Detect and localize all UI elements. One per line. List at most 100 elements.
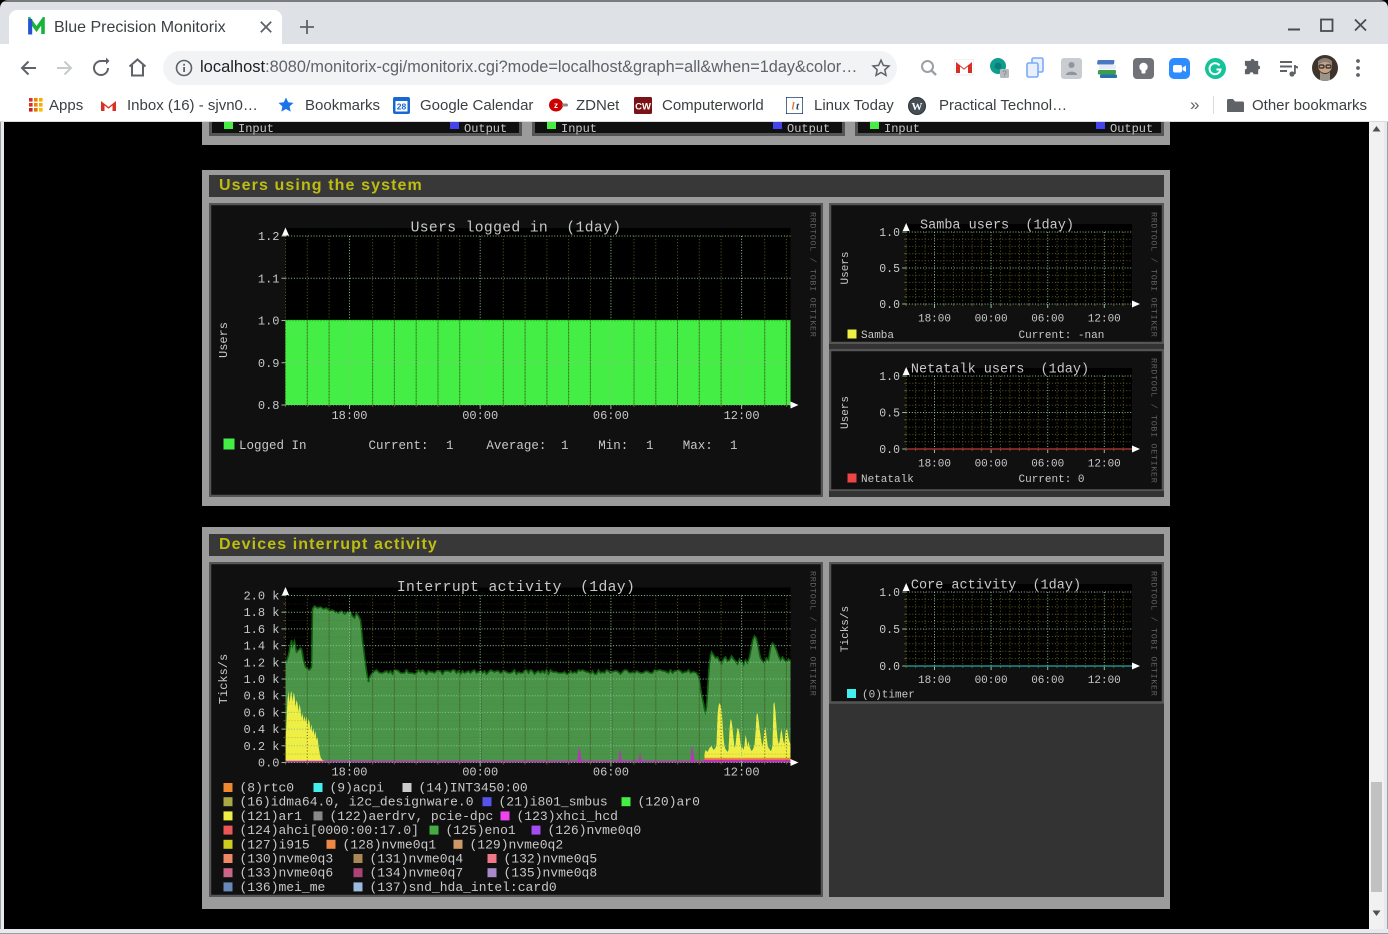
svg-text:1.0: 1.0 (257, 315, 279, 329)
svg-text:1.0 k: 1.0 k (243, 673, 279, 687)
svg-text:(133)nvme0q6: (133)nvme0q6 (239, 866, 333, 881)
svg-text:06:00: 06:00 (592, 409, 628, 423)
svg-text:Core activity (1day): Core activity (1day) (910, 579, 1080, 594)
svg-text:1.1: 1.1 (257, 272, 279, 286)
svg-text:Current: 0: Current: 0 (1018, 474, 1084, 486)
svg-text:(0)timer: (0)timer (862, 690, 915, 702)
svg-text:2.0 k: 2.0 k (243, 590, 279, 604)
svg-text:1.0: 1.0 (879, 227, 900, 240)
svg-text:Users: Users (840, 251, 852, 284)
svg-text:00:00: 00:00 (974, 314, 1007, 326)
svg-text:1: 1 (446, 439, 454, 453)
svg-text:(130)nvme0q3: (130)nvme0q3 (239, 852, 333, 867)
svg-text:W: W (912, 101, 923, 113)
svg-text:(128)nvme0q1: (128)nvme0q1 (342, 837, 436, 852)
svg-text:1: 1 (646, 439, 654, 453)
svg-text:18:00: 18:00 (917, 675, 950, 687)
svg-text:Min:: Min: (598, 439, 628, 453)
svg-text:(120)ar0: (120)ar0 (637, 795, 699, 810)
svg-text:RRDTOOL / TOBI OETIKER: RRDTOOL / TOBI OETIKER (807, 212, 817, 337)
svg-text:(125)eno1: (125)eno1 (445, 823, 515, 838)
svg-text:1.0: 1.0 (879, 587, 900, 600)
svg-text:0.5: 0.5 (879, 263, 900, 276)
svg-text:(134)nvme0q7: (134)nvme0q7 (369, 866, 463, 881)
svg-text:1.6 k: 1.6 k (243, 623, 279, 637)
svg-text:Logged In: Logged In (239, 439, 307, 453)
svg-text:Current:: Current: (368, 439, 428, 453)
svg-text:Samba: Samba (861, 330, 894, 342)
svg-text:1.2 k: 1.2 k (243, 656, 279, 670)
svg-text:Users logged in (1day): Users logged in (1day) (410, 221, 621, 237)
svg-text:(21)i801_smbus: (21)i801_smbus (498, 795, 607, 810)
svg-text:1: 1 (561, 439, 569, 453)
svg-text:0.8 k: 0.8 k (243, 690, 279, 704)
svg-text:00:00: 00:00 (974, 458, 1007, 470)
svg-text:18:00: 18:00 (331, 409, 367, 423)
svg-text:(126)nvme0q0: (126)nvme0q0 (547, 823, 641, 838)
svg-text:Netatalk users (1day): Netatalk users (1day) (910, 362, 1088, 377)
svg-text:0.0: 0.0 (257, 757, 279, 771)
svg-text:12:00: 12:00 (1087, 458, 1120, 470)
svg-text:(132)nvme0q5: (132)nvme0q5 (503, 852, 597, 867)
svg-text:0.6 k: 0.6 k (243, 706, 279, 720)
svg-text:(137)snd_hda_intel:card0: (137)snd_hda_intel:card0 (369, 880, 556, 895)
svg-text:Samba users (1day): Samba users (1day) (920, 219, 1074, 234)
svg-text:12:00: 12:00 (723, 766, 759, 780)
svg-text:0.0: 0.0 (879, 444, 900, 457)
svg-text:18:00: 18:00 (917, 314, 950, 326)
svg-text:0.4 k: 0.4 k (243, 723, 279, 737)
svg-text:00:00: 00:00 (462, 766, 498, 780)
svg-text:Ticks/s: Ticks/s (840, 606, 852, 652)
svg-text:0.0: 0.0 (879, 299, 900, 312)
svg-text:18:00: 18:00 (331, 766, 367, 780)
svg-text:0.5: 0.5 (879, 624, 900, 637)
svg-text:z: z (554, 101, 558, 110)
svg-text:18:00: 18:00 (917, 458, 950, 470)
svg-text:1.4 k: 1.4 k (243, 640, 279, 654)
svg-text:06:00: 06:00 (1031, 458, 1064, 470)
svg-text:Max:: Max: (682, 439, 712, 453)
svg-text:(8)rtc0: (8)rtc0 (239, 781, 294, 796)
svg-text:Average:: Average: (486, 439, 546, 453)
svg-text:(135)nvme0q8: (135)nvme0q8 (503, 866, 597, 881)
svg-text:0.8: 0.8 (257, 399, 279, 413)
svg-text:0.5: 0.5 (879, 407, 900, 420)
svg-text:00:00: 00:00 (974, 675, 1007, 687)
svg-text:1: 1 (730, 439, 738, 453)
svg-text:RRDTOOL / TOBI OETIKER: RRDTOOL / TOBI OETIKER (1148, 358, 1158, 483)
svg-text:RRDTOOL / TOBI OETIKER: RRDTOOL / TOBI OETIKER (1148, 212, 1158, 337)
svg-text:12:00: 12:00 (1087, 314, 1120, 326)
svg-text:RRDTOOL / TOBI OETIKER: RRDTOOL / TOBI OETIKER (807, 571, 817, 696)
svg-text:(127)i915: (127)i915 (239, 837, 309, 852)
svg-text:12:00: 12:00 (723, 409, 759, 423)
svg-text:(136)mei_me: (136)mei_me (239, 880, 325, 895)
svg-text:12:00: 12:00 (1087, 675, 1120, 687)
svg-text:00:00: 00:00 (462, 409, 498, 423)
svg-text:RRDTOOL / TOBI OETIKER: RRDTOOL / TOBI OETIKER (1148, 571, 1158, 696)
svg-text:Interrupt activity (1day): Interrupt activity (1day) (396, 580, 634, 596)
svg-text:CW: CW (635, 102, 651, 113)
svg-text:Ticks/s: Ticks/s (217, 654, 231, 704)
svg-text:(131)nvme0q4: (131)nvme0q4 (369, 852, 463, 867)
svg-text:(16)idma64.0, i2c_designware.0: (16)idma64.0, i2c_designware.0 (239, 795, 473, 810)
svg-text:(14)INT3450:00: (14)INT3450:00 (418, 781, 527, 796)
svg-text:Users: Users (840, 395, 852, 428)
svg-text:0.2 k: 0.2 k (243, 740, 279, 754)
svg-text:0.9: 0.9 (257, 357, 279, 371)
svg-text:1.0: 1.0 (879, 371, 900, 384)
svg-text:(121)ar1: (121)ar1 (239, 809, 302, 824)
svg-text:(122)aerdrv, pcie-dpc: (122)aerdrv, pcie-dpc (329, 809, 493, 824)
svg-text:(129)nvme0q2: (129)nvme0q2 (469, 837, 563, 852)
svg-text:(123)xhci_hcd: (123)xhci_hcd (516, 809, 617, 824)
svg-text:?: ? (1002, 70, 1007, 79)
svg-text:Users: Users (217, 322, 231, 358)
svg-text:(9)acpi: (9)acpi (329, 781, 384, 796)
svg-text:28: 28 (397, 102, 407, 112)
svg-text:06:00: 06:00 (1031, 314, 1064, 326)
svg-text:Current: -nan: Current: -nan (1018, 330, 1104, 342)
svg-text:06:00: 06:00 (592, 766, 628, 780)
svg-text:(124)ahci[0000:00:17.0]: (124)ahci[0000:00:17.0] (239, 823, 418, 838)
svg-text:06:00: 06:00 (1031, 675, 1064, 687)
svg-text:1.2: 1.2 (257, 230, 279, 244)
svg-text:Netatalk: Netatalk (861, 474, 914, 486)
